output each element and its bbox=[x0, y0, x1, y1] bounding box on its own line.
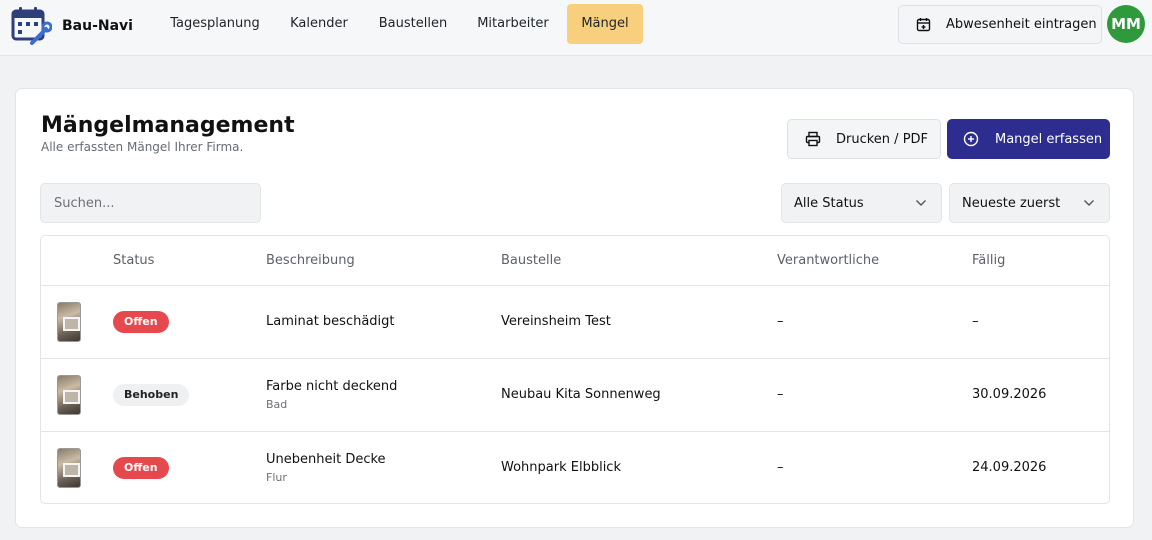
printer-icon bbox=[805, 131, 821, 147]
search-input[interactable] bbox=[40, 183, 261, 223]
status-badge: Offen bbox=[113, 311, 169, 333]
responsible-cell: – bbox=[777, 314, 784, 329]
due-cell: – bbox=[972, 314, 979, 329]
nav-item-kalender[interactable]: Kalender bbox=[280, 4, 358, 44]
table-header: Status Beschreibung Baustelle Verantwort… bbox=[41, 236, 1109, 286]
add-defect-button[interactable]: Mangel erfassen bbox=[947, 119, 1110, 159]
status-badge: Offen bbox=[113, 457, 169, 479]
calendar-plus-icon bbox=[916, 17, 931, 31]
plus-circle-icon bbox=[963, 131, 979, 147]
sort-value: Neueste zuerst bbox=[962, 195, 1061, 211]
status-badge: Behoben bbox=[113, 384, 190, 406]
brand[interactable]: Bau-Navi bbox=[10, 5, 133, 47]
due-cell: 30.09.2026 bbox=[972, 387, 1047, 402]
nav-item-baustellen[interactable]: Baustellen bbox=[368, 4, 458, 44]
column-header-site[interactable]: Baustelle bbox=[501, 253, 561, 268]
description-cell: Unebenheit Decke bbox=[266, 452, 386, 467]
location-cell: Flur bbox=[266, 471, 287, 484]
add-defect-label: Mangel erfassen bbox=[995, 131, 1103, 147]
page-subtitle: Alle erfassten Mängel Ihrer Firma. bbox=[41, 140, 244, 154]
column-header-description[interactable]: Beschreibung bbox=[266, 253, 355, 268]
calendar-wrench-logo-icon bbox=[11, 7, 52, 45]
column-header-responsible[interactable]: Verantwortliche bbox=[777, 253, 879, 268]
due-cell: 24.09.2026 bbox=[972, 460, 1047, 475]
site-cell: Neubau Kita Sonnenweg bbox=[501, 387, 661, 402]
print-pdf-button[interactable]: Drucken / PDF bbox=[787, 119, 941, 159]
responsible-cell: – bbox=[777, 460, 784, 475]
defects-card: Mängelmanagement Alle erfassten Mängel I… bbox=[15, 88, 1134, 528]
nav-item-mitarbeiter[interactable]: Mitarbeiter bbox=[468, 4, 558, 44]
table-row[interactable]: Behoben Farbe nicht deckend Bad Neubau K… bbox=[41, 359, 1109, 432]
description-cell: Laminat beschädigt bbox=[266, 314, 395, 329]
site-cell: Vereinsheim Test bbox=[501, 314, 611, 329]
defects-table: Status Beschreibung Baustelle Verantwort… bbox=[40, 235, 1110, 504]
add-absence-label: Abwesenheit eintragen bbox=[946, 17, 1097, 32]
nav-item-tagesplanung[interactable]: Tagesplanung bbox=[159, 4, 271, 44]
sort-select[interactable]: Neueste zuerst bbox=[949, 183, 1110, 223]
brand-name: Bau-Navi bbox=[62, 18, 133, 34]
add-absence-button[interactable]: Abwesenheit eintragen bbox=[898, 5, 1102, 44]
site-cell: Wohnpark Elbblick bbox=[501, 460, 621, 475]
top-bar: Bau-Navi Tagesplanung Kalender Baustelle… bbox=[0, 0, 1152, 56]
location-cell: Bad bbox=[266, 398, 288, 411]
defect-photo-thumbnail[interactable] bbox=[57, 302, 81, 342]
status-filter-value: Alle Status bbox=[794, 195, 864, 211]
defect-photo-thumbnail[interactable] bbox=[57, 448, 81, 488]
column-header-status[interactable]: Status bbox=[113, 253, 154, 268]
print-pdf-label: Drucken / PDF bbox=[836, 131, 929, 147]
table-row[interactable]: Offen Unebenheit Decke Flur Wohnpark Elb… bbox=[41, 432, 1109, 503]
page-title: Mängelmanagement bbox=[41, 113, 295, 138]
table-row[interactable]: Offen Laminat beschädigt Vereinsheim Tes… bbox=[41, 286, 1109, 359]
chevron-down-icon bbox=[1084, 200, 1094, 206]
status-filter-select[interactable]: Alle Status bbox=[781, 183, 942, 223]
column-header-due[interactable]: Fällig bbox=[972, 253, 1005, 268]
description-cell: Farbe nicht deckend bbox=[266, 379, 398, 394]
user-avatar[interactable]: MM bbox=[1107, 5, 1145, 43]
chevron-down-icon bbox=[916, 200, 926, 206]
defect-photo-thumbnail[interactable] bbox=[57, 375, 81, 415]
responsible-cell: – bbox=[777, 387, 784, 402]
nav-item-maengel[interactable]: Mängel bbox=[567, 4, 643, 44]
